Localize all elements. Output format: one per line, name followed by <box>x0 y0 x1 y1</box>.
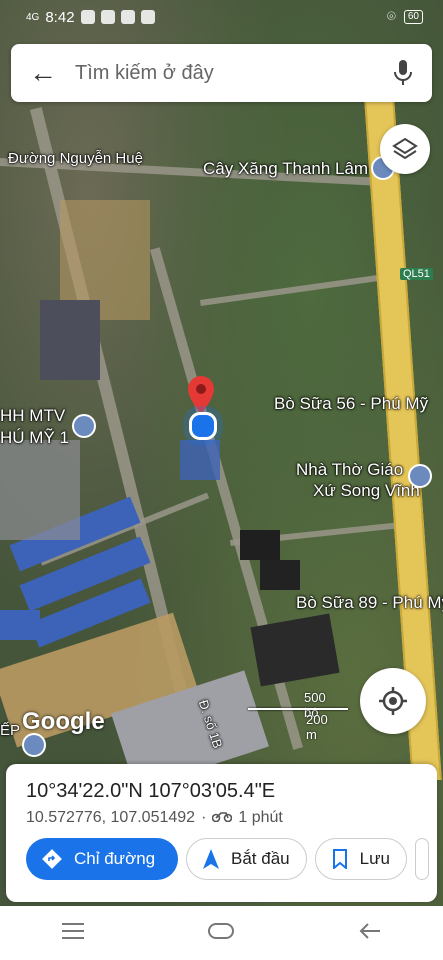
search-input[interactable]: Tìm kiếm ở đây <box>75 62 374 85</box>
bookmark-icon <box>332 849 347 869</box>
notification-icon <box>100 10 115 24</box>
church-label-line2[interactable]: Xứ Song Vĩnh <box>313 481 420 501</box>
company-label-line2[interactable]: HÚ MỸ 1 <box>0 428 69 448</box>
microphone-icon[interactable] <box>374 60 432 86</box>
layers-icon <box>392 137 418 160</box>
road <box>200 272 399 306</box>
place-card[interactable]: 10°34'22.0"N 107°03'05.4"E 10.572776, 10… <box>6 764 437 902</box>
coordinates-decimal: 10.572776, 107.051492 <box>26 808 196 826</box>
google-logo: Google <box>22 708 105 735</box>
dairy-89-label[interactable]: Bò Sữa 89 - Phú Mỹ <box>296 593 443 613</box>
separator: · <box>201 808 207 826</box>
back-arrow-icon[interactable]: ← <box>11 57 75 89</box>
coordinates-dms: 10°34'22.0"N 107°03'05.4"E <box>26 780 276 802</box>
church-marker[interactable] <box>408 464 432 488</box>
pond <box>240 530 280 560</box>
save-label: Lưu <box>359 849 390 868</box>
pond <box>260 560 300 590</box>
more-actions-button[interactable] <box>414 838 429 880</box>
navigation-arrow-icon <box>203 849 219 869</box>
directions-icon <box>42 849 62 869</box>
notification-icon <box>80 10 95 24</box>
save-button[interactable]: Lưu <box>314 838 407 880</box>
system-nav-bar <box>0 906 443 960</box>
crosshair-icon <box>379 687 407 715</box>
company-label-line1[interactable]: HH MTV <box>0 406 65 426</box>
status-bar: 4G 8:42 ⌾ 60 <box>0 0 443 34</box>
layers-button[interactable] <box>380 124 430 174</box>
rooftop <box>180 440 220 480</box>
current-location-dot <box>189 412 217 440</box>
messenger-icon <box>120 10 135 24</box>
street-label[interactable]: Đường Nguyễn Huệ <box>8 150 143 167</box>
start-button[interactable]: Bắt đầu <box>186 838 307 880</box>
gas-station-label[interactable]: Cây Xăng Thanh Lâm <box>203 159 368 179</box>
pond <box>250 613 340 687</box>
back-icon[interactable] <box>358 922 382 945</box>
dairy-56-label[interactable]: Bò Sữa 56 - Phú Mỹ <box>274 394 428 414</box>
company-marker[interactable] <box>72 414 96 438</box>
factory-roof <box>0 440 80 540</box>
scale-metric: 200 m <box>306 712 328 742</box>
highway-shield: QL51 <box>400 268 433 280</box>
coordinates-subtitle: 10.572776, 107.051492 · 1 phút <box>26 808 283 827</box>
travel-time: 1 phút <box>238 808 283 826</box>
menu-icon[interactable] <box>61 922 85 945</box>
chrome-icon <box>140 10 155 24</box>
status-time: 8:42 <box>45 8 75 26</box>
network-type: 4G <box>26 11 40 23</box>
search-bar[interactable]: ← Tìm kiếm ở đây <box>11 44 432 102</box>
location-status-icon: ⌾ <box>386 8 396 25</box>
edge-label: ẾP <box>0 722 21 739</box>
place-marker[interactable] <box>22 733 46 757</box>
battery-indicator: 60 <box>403 9 423 24</box>
directions-label: Chỉ đường <box>74 849 156 868</box>
motorbike-icon <box>212 808 233 827</box>
rooftop <box>0 610 40 640</box>
my-location-button[interactable] <box>360 668 426 734</box>
home-icon[interactable] <box>207 922 235 945</box>
start-label: Bắt đầu <box>231 849 290 868</box>
church-label-line1[interactable]: Nhà Thờ Giáo <box>296 460 403 480</box>
directions-button[interactable]: Chỉ đường <box>26 838 178 880</box>
factory-roof <box>40 300 100 380</box>
